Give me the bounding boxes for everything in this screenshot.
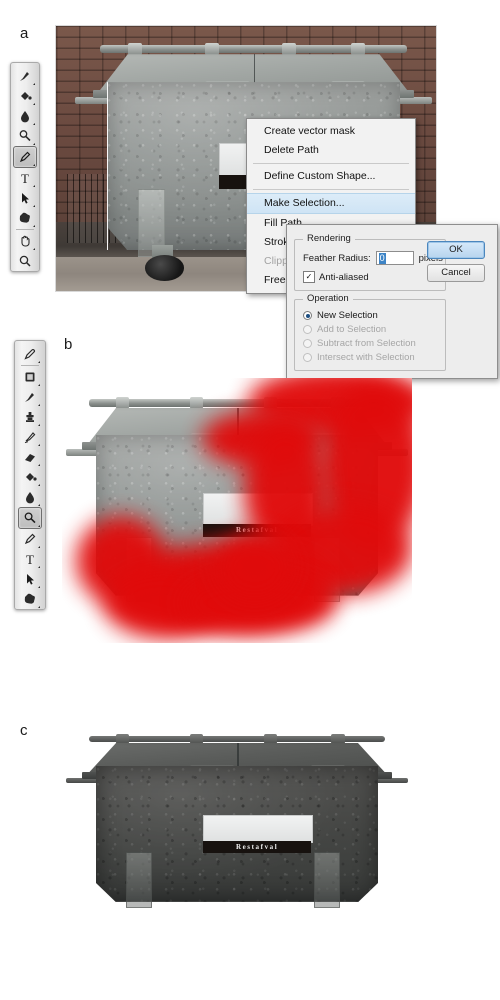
- menu-item-create-vector-mask[interactable]: Create vector mask: [247, 122, 415, 141]
- waste-container: Restafval: [65, 386, 409, 630]
- eyedropper-tool[interactable]: [19, 344, 41, 364]
- body-bracket-right: [314, 537, 340, 603]
- rendering-group-legend: Rendering: [303, 233, 355, 244]
- hinge-segment: [331, 733, 345, 744]
- waste-container-extracted: Restafval: [65, 724, 409, 930]
- menu-item-define-custom-shape[interactable]: Define Custom Shape...: [247, 167, 415, 186]
- custom-shape-tool[interactable]: [19, 589, 41, 609]
- type-tool[interactable]: T: [19, 549, 41, 569]
- radio-icon: [303, 325, 312, 334]
- hinge-segment: [351, 42, 366, 56]
- paint-bucket-tool[interactable]: [19, 467, 41, 487]
- panel-label-c: c: [20, 722, 28, 739]
- feather-radius-value: 0: [378, 252, 386, 264]
- operation-group-legend: Operation: [303, 293, 353, 304]
- label-plate: [203, 493, 313, 526]
- menu-item-make-selection[interactable]: Make Selection...: [247, 193, 415, 214]
- toolbar-divider: [16, 229, 34, 230]
- anti-aliased-checkbox[interactable]: ✓: [303, 271, 315, 283]
- menu-separator: [253, 189, 409, 190]
- menu-item-delete-path[interactable]: Delete Path: [247, 141, 415, 160]
- hinge-segment: [204, 42, 219, 56]
- brush-tool[interactable]: [14, 66, 36, 86]
- label-band-text: Restafval: [235, 842, 279, 851]
- hinge-segment: [127, 42, 142, 56]
- paint-bucket-tool[interactable]: [14, 86, 36, 106]
- tools-panel-a[interactable]: T: [10, 62, 40, 272]
- blur-tool[interactable]: [14, 106, 36, 126]
- rendering-group: Rendering Feather Radius: 0 pixels ✓ Ant…: [294, 233, 446, 291]
- hinge-segment: [331, 397, 345, 409]
- hinge-segment: [189, 397, 204, 409]
- clone-stamp-tool[interactable]: [19, 407, 41, 427]
- radio-subtract-from-selection: Subtract from Selection: [303, 338, 416, 349]
- radio-add-to-selection-label: Add to Selection: [317, 324, 387, 335]
- type-tool[interactable]: T: [14, 168, 36, 188]
- anti-aliased-label: Anti-aliased: [319, 271, 369, 283]
- panel-b-photograph: Restafval: [62, 378, 412, 643]
- feather-radius-input[interactable]: 0: [375, 251, 414, 265]
- hinge-segment: [281, 42, 296, 56]
- hand-tool[interactable]: [14, 231, 36, 251]
- radio-subtract-from-selection-label: Subtract from Selection: [317, 338, 416, 349]
- toolbar-divider: [21, 365, 39, 366]
- label-band: Restafval: [203, 523, 311, 538]
- path-selection-tool[interactable]: [19, 569, 41, 589]
- custom-shape-tool[interactable]: [14, 208, 36, 228]
- hinge-segment: [116, 733, 130, 744]
- body-bracket-left: [126, 852, 152, 909]
- radio-intersect-with-selection: Intersect with Selection: [303, 352, 415, 363]
- ok-button[interactable]: OK: [427, 241, 485, 259]
- pen-tool[interactable]: [19, 529, 41, 549]
- make-selection-dialog[interactable]: Rendering Feather Radius: 0 pixels ✓ Ant…: [286, 224, 498, 379]
- radio-icon: [303, 339, 312, 348]
- label-band: Restafval: [203, 841, 311, 853]
- spot-healing-brush-tool[interactable]: [19, 367, 41, 387]
- radio-icon: [303, 353, 312, 362]
- dodge-tool[interactable]: [18, 507, 42, 529]
- history-brush-tool[interactable]: [19, 427, 41, 447]
- panel-c-photograph: Restafval: [62, 718, 412, 933]
- hinge-segment: [263, 733, 278, 744]
- hinge-segment: [263, 397, 278, 409]
- anti-aliased-row[interactable]: ✓ Anti-aliased: [303, 271, 369, 283]
- cancel-button[interactable]: Cancel: [427, 264, 485, 282]
- blur-tool[interactable]: [19, 487, 41, 507]
- dodge-tool[interactable]: [14, 126, 36, 146]
- hinge-segment: [116, 397, 130, 409]
- menu-separator: [253, 163, 409, 164]
- body-bracket-left: [126, 537, 152, 603]
- caster-wheel: [145, 255, 184, 281]
- pen-tool[interactable]: [13, 146, 37, 168]
- radio-icon: [303, 311, 312, 320]
- radio-add-to-selection: Add to Selection: [303, 324, 386, 335]
- check-icon: ✓: [305, 272, 313, 281]
- radio-new-selection[interactable]: New Selection: [303, 310, 378, 321]
- panel-label-b: b: [64, 336, 73, 353]
- zoom-tool[interactable]: [14, 251, 36, 271]
- label-band-text: Restafval: [235, 526, 279, 535]
- feather-radius-row: Feather Radius: 0 pixels: [303, 251, 443, 265]
- radio-new-selection-label: New Selection: [317, 310, 378, 321]
- body-bracket-right: [314, 852, 340, 909]
- panel-label-a: a: [20, 25, 29, 42]
- label-plate: [203, 815, 313, 844]
- hinge-segment: [189, 733, 204, 744]
- tools-panel-b[interactable]: T: [14, 340, 46, 610]
- radio-intersect-with-selection-label: Intersect with Selection: [317, 352, 415, 363]
- operation-group: Operation New Selection Add to Selection…: [294, 293, 446, 371]
- feather-radius-label: Feather Radius:: [303, 252, 371, 264]
- eraser-tool[interactable]: [19, 447, 41, 467]
- path-selection-tool[interactable]: [14, 188, 36, 208]
- brush-tool[interactable]: [19, 387, 41, 407]
